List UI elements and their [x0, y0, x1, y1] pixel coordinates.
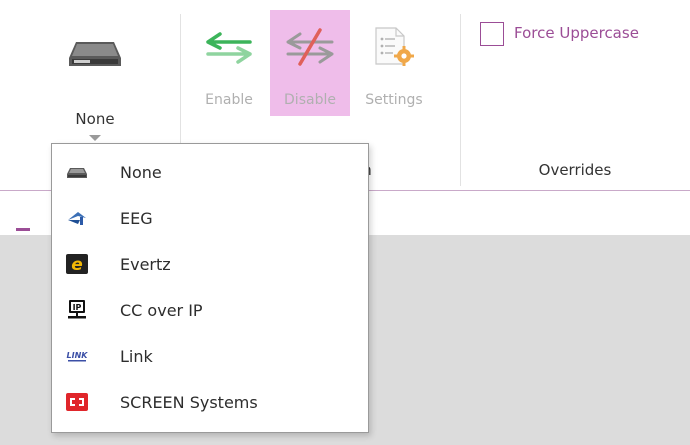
device-selector-button[interactable]: None — [50, 22, 140, 141]
disable-label: Disable — [284, 92, 336, 108]
force-uppercase-label[interactable]: Force Uppercase — [514, 24, 639, 42]
group-label-overrides: Overrides — [538, 161, 612, 179]
menu-item-screen-systems[interactable]: SCREEN Systems — [52, 379, 368, 425]
svg-text:LINK: LINK — [67, 351, 88, 360]
group-separator — [460, 14, 461, 186]
menu-item-evertz[interactable]: e Evertz — [52, 241, 368, 287]
settings-button[interactable]: Settings — [352, 10, 436, 116]
dropdown-arrow-icon[interactable] — [89, 135, 101, 141]
enable-icon — [206, 32, 252, 64]
menu-item-label: EEG — [120, 209, 153, 228]
menu-item-link[interactable]: LINK Link — [52, 333, 368, 379]
menu-item-label: Evertz — [120, 255, 171, 274]
hardware-device-icon — [67, 168, 87, 178]
menu-item-label: SCREEN Systems — [120, 393, 258, 412]
menu-item-eeg[interactable]: EEG — [52, 195, 368, 241]
menu-item-label: CC over IP — [120, 301, 203, 320]
svg-text:e: e — [71, 255, 83, 274]
ip-network-icon: IP — [68, 300, 86, 319]
active-tab-indicator — [16, 228, 30, 231]
menu-item-none[interactable]: None — [52, 149, 368, 195]
screen-systems-logo-icon — [66, 393, 88, 411]
settings-icon — [375, 27, 414, 66]
disable-icon — [286, 28, 334, 66]
settings-label: Settings — [365, 92, 423, 108]
evertz-logo-icon: e — [66, 254, 88, 274]
disable-button[interactable]: Disable — [270, 10, 350, 116]
link-electronics-logo-icon: LINK — [67, 351, 88, 362]
eeg-logo-icon — [68, 212, 86, 225]
menu-item-label: Link — [120, 347, 153, 366]
hardware-device-icon — [69, 42, 121, 66]
enable-label: Enable — [205, 92, 253, 108]
device-selector-label: None — [75, 110, 115, 128]
svg-text:IP: IP — [73, 303, 82, 312]
device-dropdown-menu: None EEG e Evertz IP CC over IP LINK Lin… — [51, 143, 369, 433]
enable-button[interactable]: Enable — [194, 10, 264, 116]
force-uppercase-checkbox[interactable] — [480, 22, 504, 46]
menu-item-cc-over-ip[interactable]: IP CC over IP — [52, 287, 368, 333]
menu-item-label: None — [120, 163, 162, 182]
